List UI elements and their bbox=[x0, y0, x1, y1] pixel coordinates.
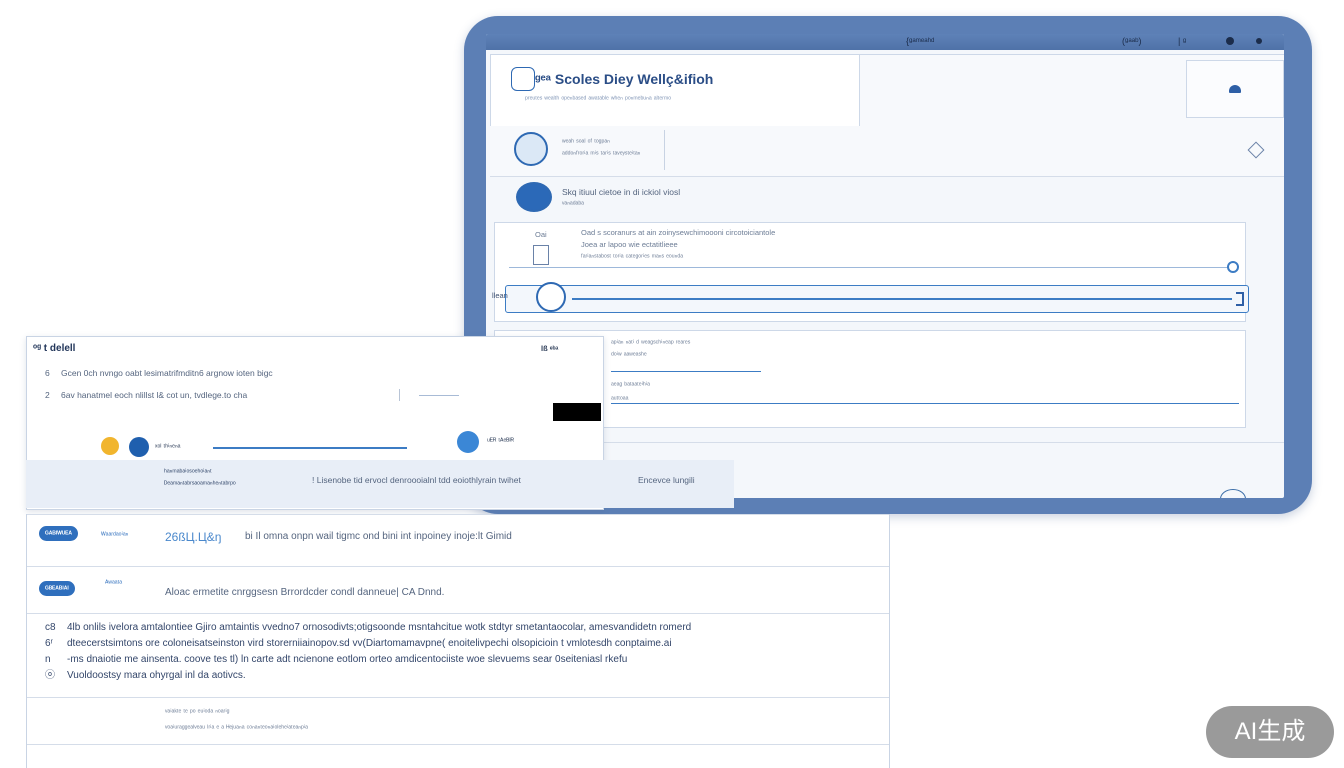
card-b-line2: ᵈᵒⁱʷ ᵃᵃʷᵉᵃˢʰᵉ bbox=[611, 350, 647, 359]
content-card-a: Oai Oad s scoranurs at ain zoinysewchimo… bbox=[494, 222, 1249, 322]
app-title: ᵍᵉᵃ Scoles Diey Wellç&ifioh bbox=[535, 71, 714, 87]
dialog-cursor bbox=[399, 389, 400, 401]
list-row-sep-3 bbox=[27, 697, 889, 698]
download-icon[interactable] bbox=[457, 431, 479, 453]
footer-line1: ᵛᵃⁱᵃᵏᵗᵉ ᵗᵉ ᵖᵒ ᵉᵘⁱᵒᵈᵃ ⁿᵒᵃʳⁱᵍ bbox=[165, 707, 230, 716]
titlebar-center-text: {ᵍᵃᵐᵉᵃʰᵈ bbox=[906, 36, 935, 46]
note-icon-2: 6ʳ bbox=[45, 638, 53, 649]
dialog-title: ᵒᵍ t delell bbox=[33, 343, 76, 354]
window-divider bbox=[486, 442, 1284, 443]
titlebar-right-text-2: | ᵍ bbox=[1178, 36, 1187, 46]
record-icon[interactable] bbox=[1226, 37, 1234, 45]
row2-text: Aloac ermetite cnrggsesn Brrordcder cond… bbox=[165, 587, 445, 598]
list-row-sep-2 bbox=[27, 613, 889, 614]
note-text-2: dteecerstsimtons ore coloneisatseinston … bbox=[67, 638, 672, 649]
item2-title: Skq itiuul cietoe in di ickiol viosl bbox=[562, 187, 681, 197]
action2-label: ᵘᴱᴿ ᵗᴬᵉᴮᴵᴿ bbox=[487, 436, 514, 445]
list-row-2[interactable]: ᴳᴮᴱᴬᴮᴵᴬᴵ ᴬʷᵃᵃᵗᵃ Aloac ermetite cnrggsesn… bbox=[27, 567, 889, 613]
header-action-box[interactable] bbox=[1186, 60, 1284, 118]
app-logo-icon bbox=[511, 67, 535, 91]
note-text-4: Vuoldoostsy mara ohyrgal inl da aotivcs. bbox=[67, 670, 246, 681]
item2-subtitle: ᵛᵃⁿᵃᵈᵃᵇᵃ bbox=[562, 199, 584, 208]
app-header-card: ᵍᵉᵃ Scoles Diey Wellç&ifioh ᵖʳᵉᵘᵗᵉˢ ʷᵉᵃˡ… bbox=[490, 54, 860, 128]
list-item-2[interactable]: Skq itiuul cietoe in di ickiol viosl ᵛᵃⁿ… bbox=[490, 176, 1284, 220]
mic-icon[interactable] bbox=[1220, 489, 1246, 498]
row2-status-badge: ᴳᴮᴱᴬᴮᴵᴬᴵ bbox=[39, 581, 75, 596]
footer-line2: ᵛᵒᵃⁱᵘʳᵃᵍᵍᵉᵃˡᵛᵉᵃᵘ ˡʳⁱᵃ ᵉ ᵃ ᴴᵉʲᵘᵃⁿᵃ ᶜᵒⁿᵃⁿᵗ… bbox=[165, 723, 308, 732]
note-text-3: -ms dnaiotie me ainsenta. coove tes tl) … bbox=[67, 654, 628, 665]
strip-left-line2: ᴰᵉᵃᵐᵃⁿᵗᵃᵇʳˢᵃᵒᵃᵐᵃⁿʰᵉⁿᵗᵃᵇʳᵖᵒ bbox=[164, 479, 236, 488]
gauge-icon bbox=[514, 132, 548, 166]
dialog-row2-line bbox=[419, 395, 459, 396]
strip-left-line1: ʰᵃⁿᵐᵃᵇᵃⁱᵒˢᵒᵉʰᵒⁱᵃⁿᵗ bbox=[164, 467, 212, 476]
bracket-icon[interactable] bbox=[1236, 292, 1244, 306]
list-item-1[interactable]: ʷᵉᵃʰ ˢᵒᵃˡ ᵒᶠ ᵗᵒᵍᵖᵃⁿ ᵃᵈᵈᵒⁿᶠʳᵒʳⁱᵃ ᵐⁱˢ ᵗᵃʳⁱ… bbox=[490, 126, 1284, 177]
card-b-line3: ᵃᵉᵃᵍ ᵇᵃᵗᵃᵃᵗᵉⁱʰⁱᵃ bbox=[611, 380, 650, 389]
notification-badge-icon[interactable] bbox=[101, 437, 119, 455]
search-icon[interactable] bbox=[1227, 261, 1239, 273]
bottom-list: ᴳᴬᴮᴵᵂᵁᴱᴬ ᵂᵃᵃʳᵈᵃᵒⁱᵃⁿ 26ßЦ.Ц&ŋ bi Il omna … bbox=[26, 514, 890, 768]
card-a-input[interactable] bbox=[505, 282, 1249, 313]
card-b-underline-2 bbox=[611, 403, 1239, 404]
row1-text: bi Il omna onpn wail tigmc ond bini int … bbox=[245, 531, 512, 542]
dialog-row1-num: 6 bbox=[45, 368, 50, 378]
globe-icon bbox=[516, 182, 552, 212]
content-card-b: ᵃᵖⁱᵃⁿ ⁿᵃᵗⁱ ᵈ ʷᵉᵃᵍˢᶜʰⁱⁿᵉᵃᵖ ʳᵉᵃʳᵉˢ ᵈᵒⁱʷ ᵃᵃ… bbox=[494, 330, 1246, 428]
item1-title: ʷᵉᵃʰ ˢᵒᵃˡ ᵒᶠ ᵗᵒᵍᵖᵃⁿ bbox=[562, 137, 610, 146]
info-strip: ʰᵃⁿᵐᵃᵇᵃⁱᵒˢᵒᵉʰᵒⁱᵃⁿᵗ ᴰᵉᵃᵐᵃⁿᵗᵃᵇʳˢᵃᵒᵃᵐᵃⁿʰᵉⁿᵗ… bbox=[26, 460, 734, 508]
card-a-progress-track bbox=[509, 267, 1229, 268]
note-text-1: 4lb onlils ivelora amtalontiee Gjiro amt… bbox=[67, 622, 692, 633]
user-icon bbox=[1229, 85, 1241, 93]
avatar bbox=[536, 282, 566, 312]
card-a-input-bar bbox=[572, 298, 1232, 300]
action1-line bbox=[213, 447, 407, 449]
note-icon-1: c8 bbox=[45, 622, 56, 633]
app-subtitle: ᵖʳᵉᵘᵗᵉˢ ʷᵉᵃˡᵗʰ ᵒᵖᵉⁿᵇᵃˢᵉᵈ ᵃʷᵃᵗᵃᵇˡᵉ ʷʰᵉⁿ ᵖ… bbox=[525, 94, 672, 103]
redacted-block bbox=[553, 403, 601, 421]
row1-number: 26ßЦ.Ц&ŋ bbox=[165, 530, 222, 544]
card-a-side-label: llean bbox=[492, 291, 508, 300]
notes-text: 4lb onlils ivelora amtalontiee Gjiro amt… bbox=[67, 620, 691, 684]
titlebar-right-text: (ᵍᵃᵃᵇ) bbox=[1122, 36, 1142, 46]
dialog-row1-text: Gcen 0ch nvngo oabt lesimatrifmditn6 arg… bbox=[61, 368, 273, 378]
row1-status-badge: ᴳᴬᴮᴵᵂᵁᴱᴬ bbox=[39, 526, 78, 541]
dialog-top-right-label: lß ᵉᵇᵃ bbox=[541, 344, 559, 353]
diamond-icon[interactable] bbox=[1247, 141, 1265, 159]
dialog-row2-num: 2 bbox=[45, 390, 50, 400]
item1-subtitle: ᵃᵈᵈᵒⁿᶠʳᵒʳⁱᵃ ᵐⁱˢ ᵗᵃʳⁱˢ ᵗᵃᵛᵉʸˢᵗᵉⁱᵗᵃⁿ bbox=[562, 149, 641, 158]
action1-label: ˣᵒˡ ᵗʰⁱⁿᵉⁿᵃ bbox=[155, 442, 181, 451]
note-icon-3: n bbox=[45, 654, 51, 665]
card-a-line1: Oad s scoranurs at ain zoinysewchimoooni… bbox=[581, 228, 776, 237]
list-row-1[interactable]: ᴳᴬᴮᴵᵂᵁᴱᴬ ᵂᵃᵃʳᵈᵃᵒⁱᵃⁿ 26ßЦ.Ц&ŋ bi Il omna … bbox=[27, 514, 889, 566]
notes-icons: c8 6ʳ n ⓞ bbox=[45, 620, 56, 684]
card-a-line2: Joea ar lapoo wie ectatitlieee bbox=[581, 240, 678, 249]
dialog-row2-text: 6av hanatmel eoch nlillst l& cot un, tvd… bbox=[61, 390, 248, 400]
ai-generated-badge: AI生成 bbox=[1206, 706, 1334, 758]
strip-text: ! Lisenobe tid ervocl denroooialnl tdd e… bbox=[312, 475, 521, 485]
close-icon[interactable] bbox=[1256, 38, 1262, 44]
card-a-line3: ᶠᵃʳⁱᵃⁿˢᵗᵃᵇᵒˢᵗ ᵗᵒʳⁱᵃ ᶜᵃᵗᵉᵍᵒʳⁱᵉˢ ᵐᵃⁿˢ ᵉᵒᵘⁿ… bbox=[581, 252, 683, 261]
card-b-underline bbox=[611, 371, 761, 372]
window-titlebar: {ᵍᵃᵐᵉᵃʰᵈ (ᵍᵃᵃᵇ) | ᵍ bbox=[486, 34, 1284, 50]
user-avatar[interactable] bbox=[129, 437, 149, 457]
list-row-sep-4 bbox=[27, 744, 889, 745]
card-b-line1: ᵃᵖⁱᵃⁿ ⁿᵃᵗⁱ ᵈ ʷᵉᵃᵍˢᶜʰⁱⁿᵉᵃᵖ ʳᵉᵃʳᵉˢ bbox=[611, 338, 691, 347]
item1-divider bbox=[664, 130, 665, 170]
card-a-label: Oai bbox=[535, 230, 547, 239]
window-content: {ᵍᵃᵐᵉᵃʰᵈ (ᵍᵃᵃᵇ) | ᵍ ᵍᵉᵃ Scoles Diey Well… bbox=[486, 34, 1284, 498]
document-icon bbox=[533, 245, 549, 265]
note-icon-4: ⓞ bbox=[45, 670, 55, 681]
strip-right-text: Encevce lungili bbox=[638, 475, 695, 485]
row2-tag: ᴬʷᵃᵃᵗᵃ bbox=[105, 578, 123, 587]
row1-tag: ᵂᵃᵃʳᵈᵃᵒⁱᵃⁿ bbox=[101, 530, 129, 539]
